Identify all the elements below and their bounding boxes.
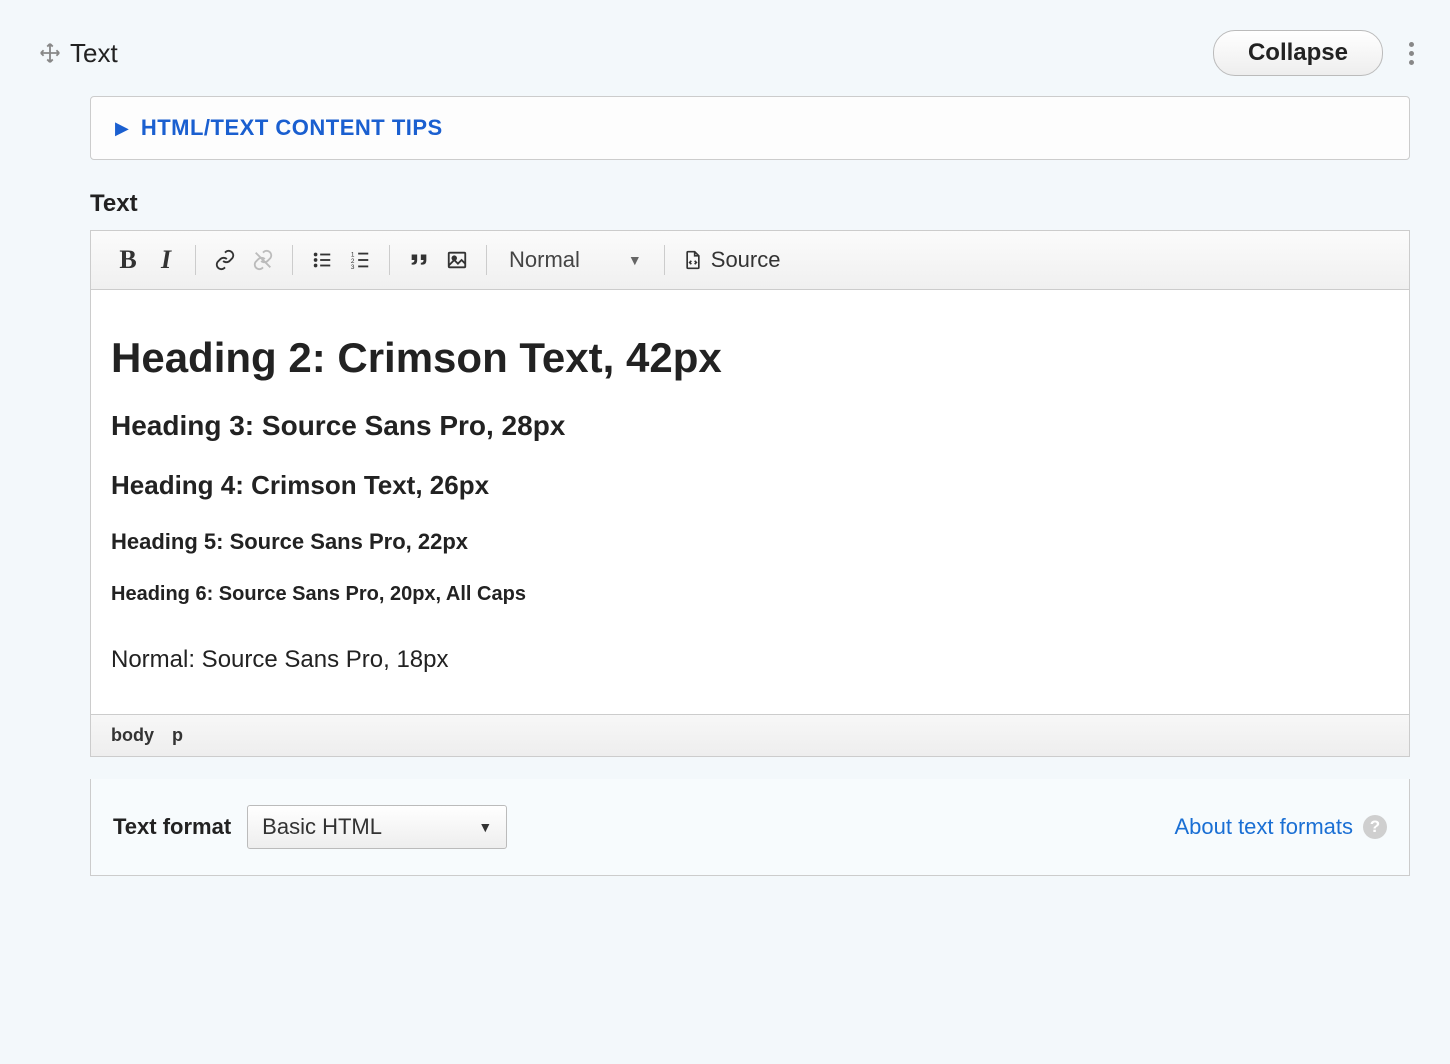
italic-button[interactable]: I [147,241,185,279]
svg-text:3: 3 [351,264,355,271]
toolbar-separator [389,245,390,275]
field-label: Text [90,190,1410,218]
collapse-button[interactable]: Collapse [1213,30,1383,76]
bulleted-list-button[interactable] [303,241,341,279]
help-icon: ? [1363,815,1387,839]
link-button[interactable] [206,241,244,279]
blockquote-button[interactable] [400,241,438,279]
sample-heading-6: Heading 6: Source Sans Pro, 20px, All Ca… [111,583,1389,606]
sample-normal-text: Normal: Source Sans Pro, 18px [111,646,1389,674]
content-tips-label: HTML/TEXT CONTENT TIPS [141,115,443,141]
unlink-button[interactable] [244,241,282,279]
paragraph-format-select[interactable]: Normal ▼ [497,243,654,277]
numbered-list-button[interactable]: 123 [341,241,379,279]
text-format-value: Basic HTML [262,814,382,840]
path-item-p[interactable]: p [172,725,183,746]
source-label: Source [711,247,781,273]
panel-title: Text [70,38,1213,69]
toolbar-separator [195,245,196,275]
toolbar-separator [486,245,487,275]
sample-heading-4: Heading 4: Crimson Text, 26px [111,470,1389,501]
about-text-formats-link[interactable]: About text formats ? [1174,814,1387,840]
format-select-value: Normal [509,247,580,273]
toolbar-separator [664,245,665,275]
panel-header: Text Collapse [30,20,1420,96]
sample-heading-2: Heading 2: Crimson Text, 42px [111,334,1389,382]
content-tips-toggle[interactable]: ▶ HTML/TEXT CONTENT TIPS [90,96,1410,160]
editor-content-area[interactable]: Heading 2: Crimson Text, 42px Heading 3:… [91,290,1409,714]
more-actions-icon[interactable] [1403,34,1420,73]
text-format-row: Text format Basic HTML ▼ About text form… [90,779,1410,876]
caret-right-icon: ▶ [115,118,129,139]
toolbar-separator [292,245,293,275]
path-item-body[interactable]: body [111,725,154,746]
editor-toolbar: B I 123 [91,231,1409,290]
image-button[interactable] [438,241,476,279]
bold-button[interactable]: B [109,241,147,279]
elements-path-bar: body p [91,714,1409,756]
sample-heading-5: Heading 5: Source Sans Pro, 22px [111,529,1389,555]
sample-heading-3: Heading 3: Source Sans Pro, 28px [111,410,1389,442]
source-button[interactable]: Source [675,243,789,277]
text-component-panel: Text Collapse ▶ HTML/TEXT CONTENT TIPS T… [0,0,1450,1064]
text-format-label: Text format [113,814,231,840]
chevron-down-icon: ▼ [628,252,642,268]
rich-text-editor: B I 123 [90,230,1410,757]
panel-body: ▶ HTML/TEXT CONTENT TIPS Text B I [90,96,1410,876]
chevron-down-icon: ▼ [478,819,492,835]
text-format-select[interactable]: Basic HTML ▼ [247,805,507,849]
about-text-formats-label: About text formats [1174,814,1353,840]
drag-handle-icon[interactable] [30,42,70,64]
